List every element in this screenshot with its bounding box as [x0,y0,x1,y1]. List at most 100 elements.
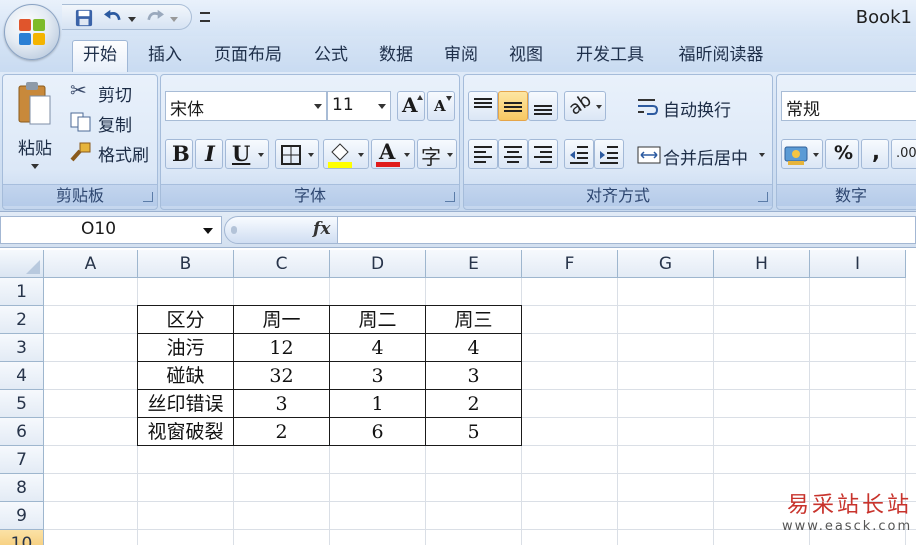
table-header-cell[interactable]: 区分 [137,305,234,334]
align-center-button[interactable] [498,139,528,169]
row-header-2[interactable]: 2 [0,306,44,334]
table-cell[interactable]: 4 [329,333,426,362]
tab-developer[interactable]: 开发工具 [564,44,656,72]
comma-style-button[interactable]: , [861,139,889,169]
shrink-font-button[interactable]: A [427,91,455,121]
office-button[interactable] [4,4,60,60]
redo-dropdown-icon[interactable] [170,17,178,22]
table-cell[interactable]: 5 [425,417,522,446]
row-header-10[interactable]: 10 [0,530,44,545]
borders-button[interactable] [275,139,319,169]
tab-home[interactable]: 开始 [72,40,128,72]
row-header-6[interactable]: 6 [0,418,44,446]
table-cell[interactable]: 12 [233,333,330,362]
table-cell[interactable]: 视窗破裂 [137,417,234,446]
copy-button[interactable]: 复制 [67,107,155,136]
table-header-cell[interactable]: 周三 [425,305,522,334]
customize-qat-icon[interactable] [200,12,210,22]
column-header-f[interactable]: F [522,250,618,278]
table-header-cell[interactable]: 周二 [329,305,426,334]
name-box[interactable]: O10 [0,216,222,244]
wrap-text-button[interactable]: 自动换行 [634,91,770,121]
table-cell[interactable]: 2 [425,389,522,418]
phonetic-guide-button[interactable]: 字 [417,139,457,169]
merge-center-button[interactable]: 合并后居中 [634,139,770,169]
increase-indent-button[interactable] [594,139,624,169]
column-header-h[interactable]: H [714,250,810,278]
insert-function-button[interactable]: fx [313,219,330,239]
bold-button[interactable]: B [165,139,193,169]
table-cell[interactable]: 2 [233,417,330,446]
align-bottom-button[interactable] [528,91,558,121]
paste-button[interactable]: 粘贴 [9,79,57,179]
number-format-select[interactable]: 常规 [781,91,916,121]
column-header-c[interactable]: C [234,250,330,278]
table-cell[interactable]: 6 [329,417,426,446]
cut-button[interactable]: ✂ 剪切 [67,77,155,106]
font-name-select[interactable]: 宋体 [165,91,327,121]
clipboard-dialog-launcher-icon[interactable] [143,192,153,202]
increase-decimal-button[interactable]: .00 [891,139,916,169]
accounting-format-button[interactable] [781,139,823,169]
table-cell[interactable]: 1 [329,389,426,418]
font-dialog-launcher-icon[interactable] [445,192,455,202]
brush-icon [70,142,91,162]
save-icon[interactable] [74,9,94,27]
table-cell[interactable]: 丝印错误 [137,389,234,418]
italic-button[interactable]: I [195,139,223,169]
table-cell[interactable]: 3 [425,361,522,390]
tab-formulas[interactable]: 公式 [304,44,358,72]
decrease-indent-button[interactable] [564,139,594,169]
row-header-9[interactable]: 9 [0,502,44,530]
tab-page-layout[interactable]: 页面布局 [202,44,294,72]
percent-style-button[interactable]: % [825,139,859,169]
row-header-7[interactable]: 7 [0,446,44,474]
redo-icon[interactable] [144,9,166,27]
font-group: 宋体 11 A A B I U A 字 字体 [160,74,460,210]
orientation-button[interactable]: ab [564,89,606,121]
column-header-i[interactable]: I [810,250,906,278]
tab-foxit-reader[interactable]: 福昕阅读器 [666,44,776,72]
column-header-g[interactable]: G [618,250,714,278]
fill-color-button[interactable] [323,139,369,169]
table-cell[interactable]: 3 [329,361,426,390]
name-box-dropdown-icon[interactable] [203,228,213,234]
undo-icon[interactable] [102,9,124,27]
undo-dropdown-icon[interactable] [128,17,136,22]
column-header-a[interactable]: A [44,250,138,278]
column-header-b[interactable]: B [138,250,234,278]
table-cell[interactable]: 碰缺 [137,361,234,390]
table-cell[interactable]: 32 [233,361,330,390]
column-header-d[interactable]: D [330,250,426,278]
table-header-cell[interactable]: 周一 [233,305,330,334]
align-left-button[interactable] [468,139,498,169]
tab-insert[interactable]: 插入 [138,44,192,72]
alignment-dialog-launcher-icon[interactable] [758,192,768,202]
table-cell[interactable]: 3 [233,389,330,418]
formula-input[interactable] [338,216,916,244]
currency-icon [784,146,808,165]
select-all-button[interactable] [0,250,44,278]
table-cell[interactable]: 4 [425,333,522,362]
table-cell[interactable]: 油污 [137,333,234,362]
row-header-4[interactable]: 4 [0,362,44,390]
worksheet-grid[interactable]: A B C D E F G H I 1 2 3 4 5 6 7 8 9 10 区分 周一 周二 周三 油污 12 4 4 碰缺 32 3 3… [0,250,916,545]
fill-color-dropdown-icon [358,153,364,157]
tab-data[interactable]: 数据 [368,44,424,72]
tab-review[interactable]: 审阅 [434,44,488,72]
row-header-1[interactable]: 1 [0,278,44,306]
align-right-button[interactable] [528,139,558,169]
row-header-8[interactable]: 8 [0,474,44,502]
format-painter-button[interactable]: 格式刷 [67,137,155,166]
underline-button[interactable]: U [225,139,269,169]
row-header-3[interactable]: 3 [0,334,44,362]
align-middle-button[interactable] [498,91,528,121]
row-header-5[interactable]: 5 [0,390,44,418]
font-size-select[interactable]: 11 [327,91,391,121]
tab-view[interactable]: 视图 [498,44,554,72]
scissors-icon: ✂ [70,78,87,102]
grow-font-button[interactable]: A [397,91,425,121]
font-color-button[interactable]: A [371,139,415,169]
align-top-button[interactable] [468,91,498,121]
column-header-e[interactable]: E [426,250,522,278]
